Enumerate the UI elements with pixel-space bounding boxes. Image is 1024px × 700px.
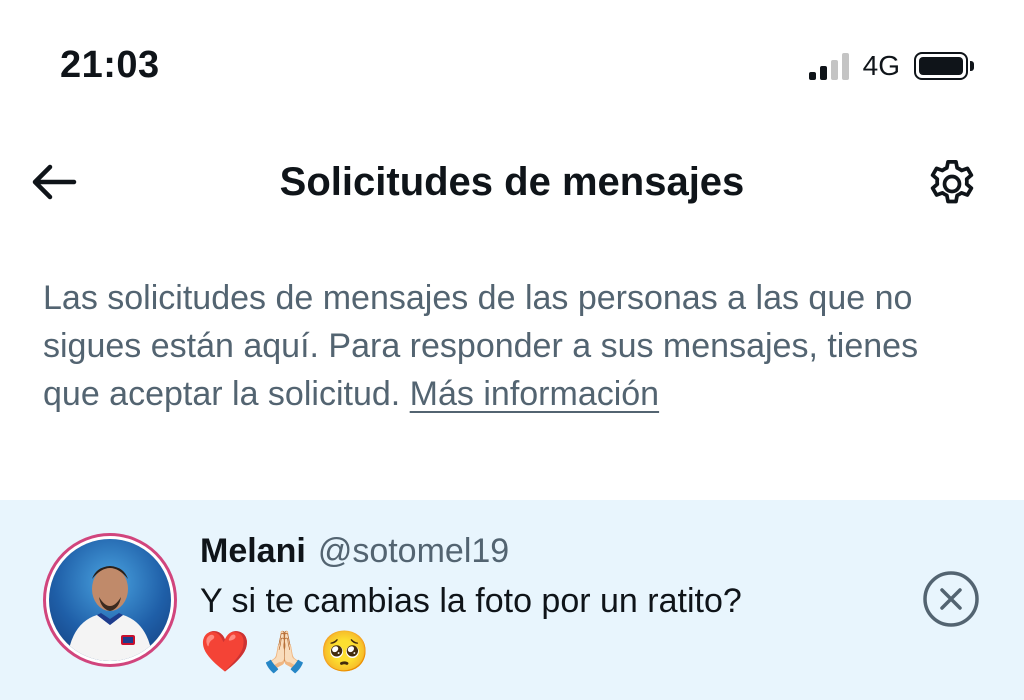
folded-hands-emoji: 🙏🏻 xyxy=(259,629,310,675)
screen: 21:03 4G Solicitudes de mensajes Las sol… xyxy=(0,0,1024,700)
sender-handle: @sotomel19 xyxy=(317,532,510,570)
request-header: Melani @sotomel19 xyxy=(200,530,890,572)
pleading-face-emoji: 🥺 xyxy=(319,629,370,675)
close-circle-icon xyxy=(923,571,979,627)
settings-button[interactable] xyxy=(922,156,982,212)
request-content: Melani @sotomel19 Y si te cambias la fot… xyxy=(200,530,890,676)
status-time: 21:03 xyxy=(60,44,160,86)
gear-icon xyxy=(930,159,974,204)
dismiss-request-button[interactable] xyxy=(922,570,980,628)
avatar-image xyxy=(49,539,171,661)
header: Solicitudes de mensajes xyxy=(0,140,1024,224)
message-preview: Y si te cambias la foto por un ratito? xyxy=(200,582,742,620)
message-emojis: ❤️ 🙏🏻 🥺 xyxy=(200,628,890,676)
red-heart-emoji: ❤️ xyxy=(200,629,250,675)
message-request-row[interactable]: Melani @sotomel19 Y si te cambias la fot… xyxy=(0,500,1024,700)
sender-name: Melani xyxy=(200,532,306,570)
cellular-signal-icon xyxy=(808,52,849,80)
network-type: 4G xyxy=(862,50,900,81)
requests-description: Las solicitudes de mensajes de las perso… xyxy=(43,274,943,418)
learn-more-link[interactable]: Más información xyxy=(410,375,659,413)
status-bar: 21:03 4G xyxy=(0,0,1024,130)
battery-icon xyxy=(914,52,974,80)
avatar[interactable] xyxy=(43,533,177,667)
page-title: Solicitudes de mensajes xyxy=(279,160,745,204)
status-indicators: 4G xyxy=(808,50,974,82)
